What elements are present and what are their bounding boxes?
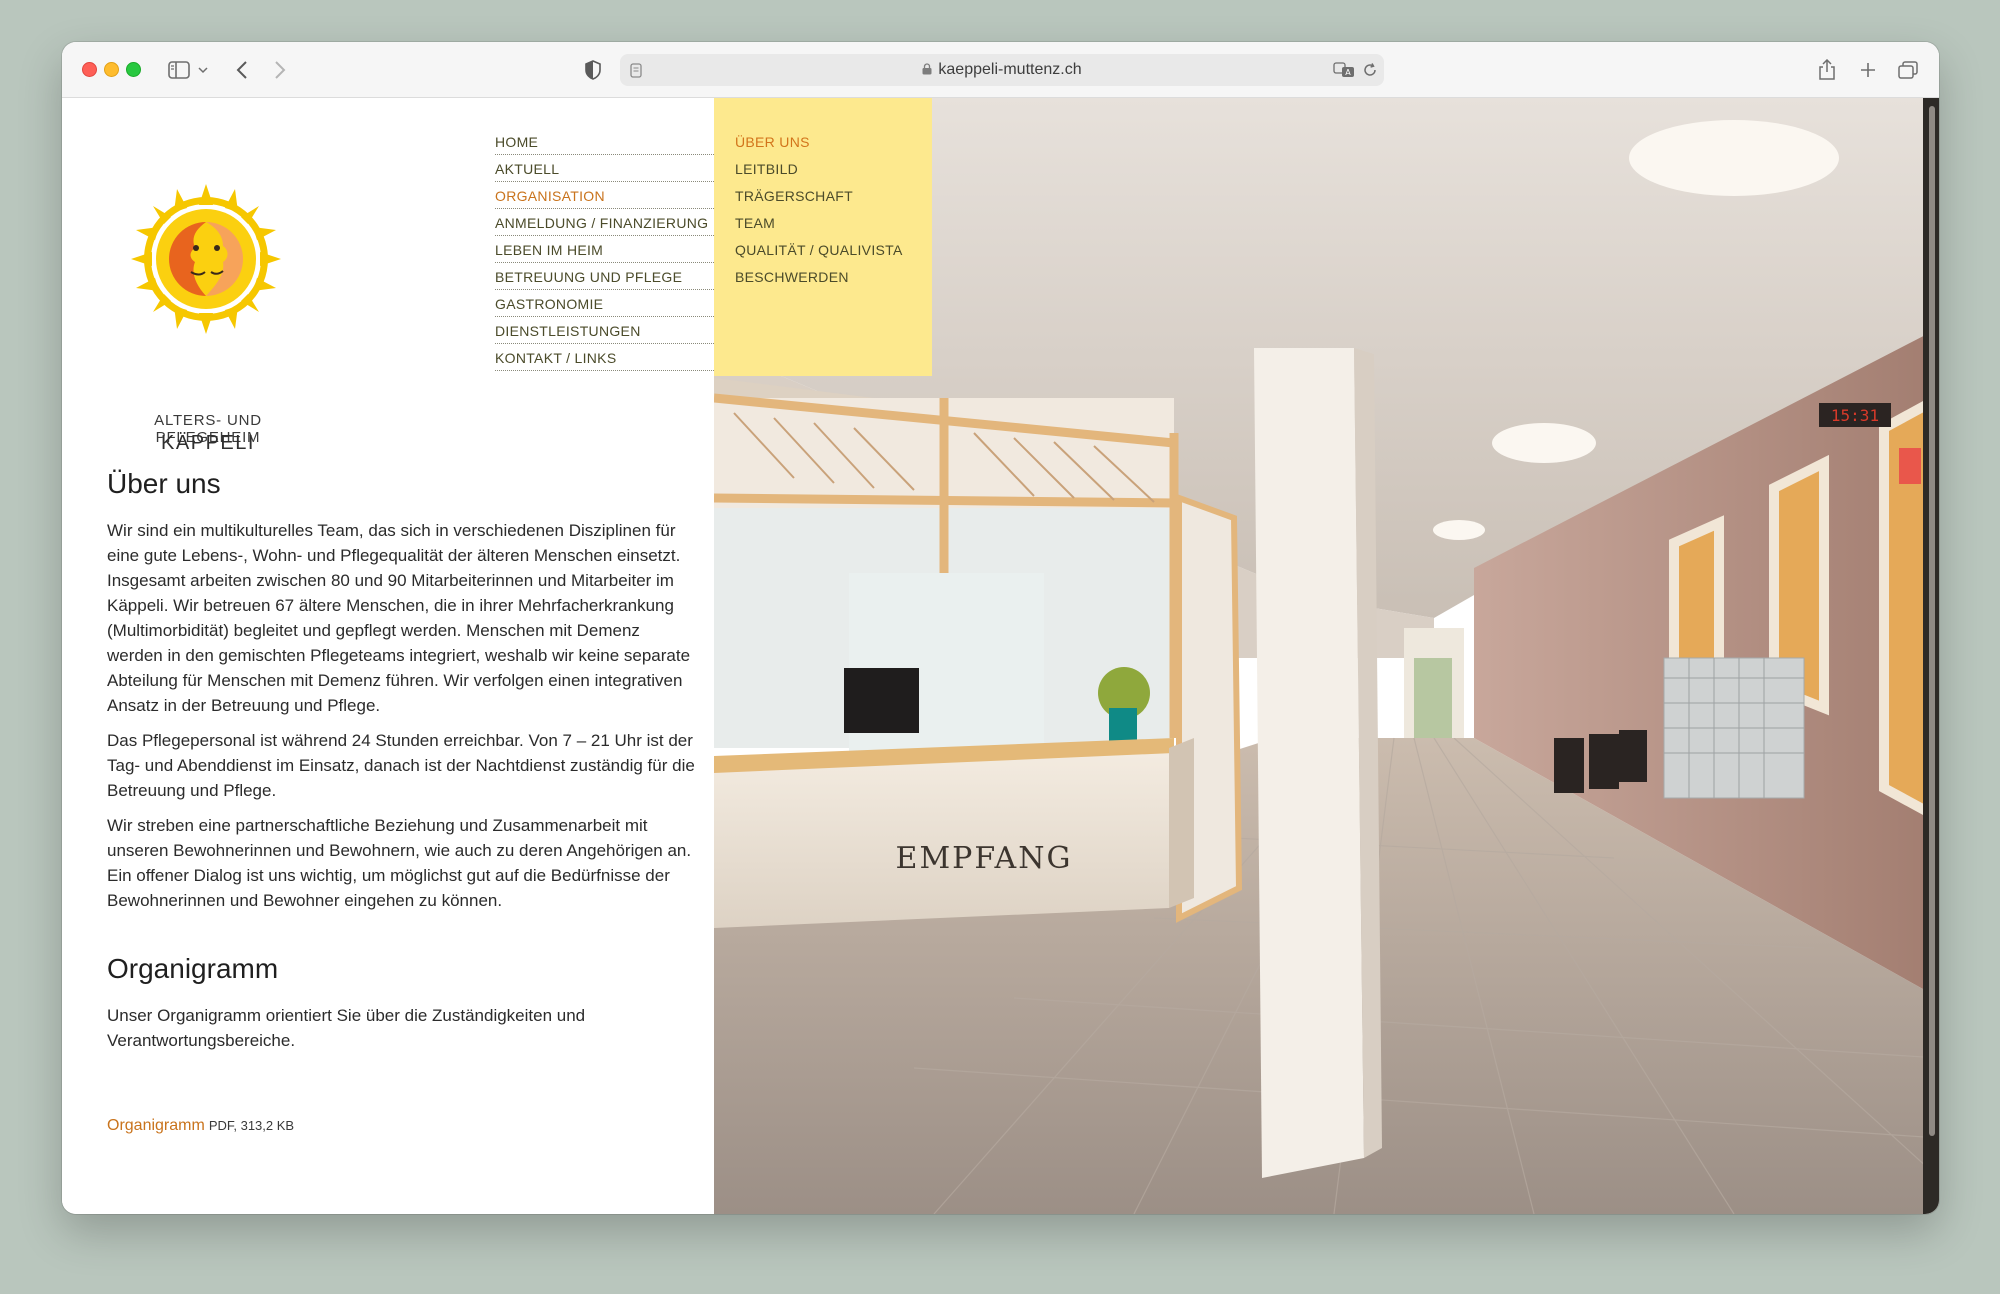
browser-window: kaeppeli-muttenz.ch A ALTERS- UND PFLEGE… — [62, 42, 1939, 1214]
subnav-ueber-uns[interactable]: ÜBER UNS — [735, 128, 932, 155]
chevron-down-icon[interactable] — [196, 56, 210, 84]
nav-gastronomie[interactable]: GASTRONOMIE — [495, 290, 714, 317]
organigramm-heading: Organigramm — [107, 953, 279, 984]
sidebar-toggle-icon[interactable] — [166, 56, 192, 84]
intro-paragraph: Wir sind ein multikulturelles Team, das … — [107, 521, 691, 715]
organigramm-pdf-link[interactable]: Organigramm — [107, 1117, 205, 1134]
lock-icon — [922, 63, 932, 75]
translate-icon[interactable]: A — [1332, 56, 1356, 84]
pdf-download: Organigramm PDF, 313,2 KB — [107, 1117, 294, 1135]
subnav-team[interactable]: TEAM — [735, 209, 932, 236]
nav-aktuell[interactable]: AKTUELL — [495, 155, 714, 182]
scrollbar-thumb[interactable] — [1929, 106, 1935, 1136]
web-page: ALTERS- UND PFLEGEHEIM KÄPPELI HOME AKTU… — [62, 98, 1939, 1214]
subnav-qualitaet[interactable]: QUALITÄT / QUALIVISTA — [735, 236, 932, 263]
sun-logo-icon[interactable] — [125, 178, 287, 340]
minimize-window-button[interactable] — [104, 62, 119, 77]
nav-kontakt[interactable]: KONTAKT / LINKS — [495, 344, 714, 371]
partnership-paragraph: Wir streben eine partnerschaftliche Bezi… — [107, 816, 692, 910]
page-scrollbar[interactable] — [1923, 98, 1939, 1214]
svg-text:A: A — [1345, 68, 1351, 77]
clock-display: 15:31 — [1831, 406, 1879, 425]
subnav-beschwerden[interactable]: BESCHWERDEN — [735, 263, 932, 290]
nav-betreuung[interactable]: BETREUUNG UND PFLEGE — [495, 263, 714, 290]
zoom-window-button[interactable] — [126, 62, 141, 77]
pdf-meta: PDF, 313,2 KB — [208, 1118, 295, 1133]
nav-anmeldung[interactable]: ANMELDUNG / FINANZIERUNG — [495, 209, 714, 236]
empfang-sign: EMPFANG — [896, 841, 1073, 876]
main-nav: HOME AKTUELL ORGANISATION ANMELDUNG / FI… — [495, 128, 714, 371]
organigramm-text: Unser Organigramm orientiert Sie über di… — [107, 1006, 586, 1050]
logo-line2: KÄPPELI — [161, 432, 255, 454]
close-window-button[interactable] — [82, 62, 97, 77]
nav-organisation[interactable]: ORGANISATION — [495, 182, 714, 209]
forward-arrow-icon[interactable] — [270, 56, 290, 84]
url-text: kaeppeli-muttenz.ch — [938, 61, 1082, 78]
subnav-traegerschaft[interactable]: TRÄGERSCHAFT — [735, 182, 932, 209]
nav-home[interactable]: HOME — [495, 128, 714, 155]
browser-toolbar: kaeppeli-muttenz.ch A — [62, 42, 1939, 98]
address-bar[interactable]: kaeppeli-muttenz.ch A — [620, 54, 1384, 86]
sub-nav: ÜBER UNS LEITBILD TRÄGERSCHAFT TEAM QUAL… — [714, 98, 932, 376]
new-tab-icon[interactable] — [1857, 56, 1879, 84]
subnav-leitbild[interactable]: LEITBILD — [735, 155, 932, 182]
back-arrow-icon[interactable] — [232, 56, 252, 84]
nav-leben-im-heim[interactable]: LEBEN IM HEIM — [495, 236, 714, 263]
care-paragraph: Das Pflegepersonal ist während 24 Stunde… — [107, 731, 695, 800]
page-title: Über uns — [107, 468, 221, 499]
nav-dienstleistungen[interactable]: DIENSTLEISTUNGEN — [495, 317, 714, 344]
main-content: Über uns Wir sind ein multikulturelles T… — [107, 468, 697, 1063]
tab-overview-icon[interactable] — [1897, 56, 1919, 84]
reload-icon[interactable] — [1360, 56, 1380, 84]
share-icon[interactable] — [1816, 56, 1838, 84]
privacy-shield-icon[interactable] — [582, 56, 604, 84]
